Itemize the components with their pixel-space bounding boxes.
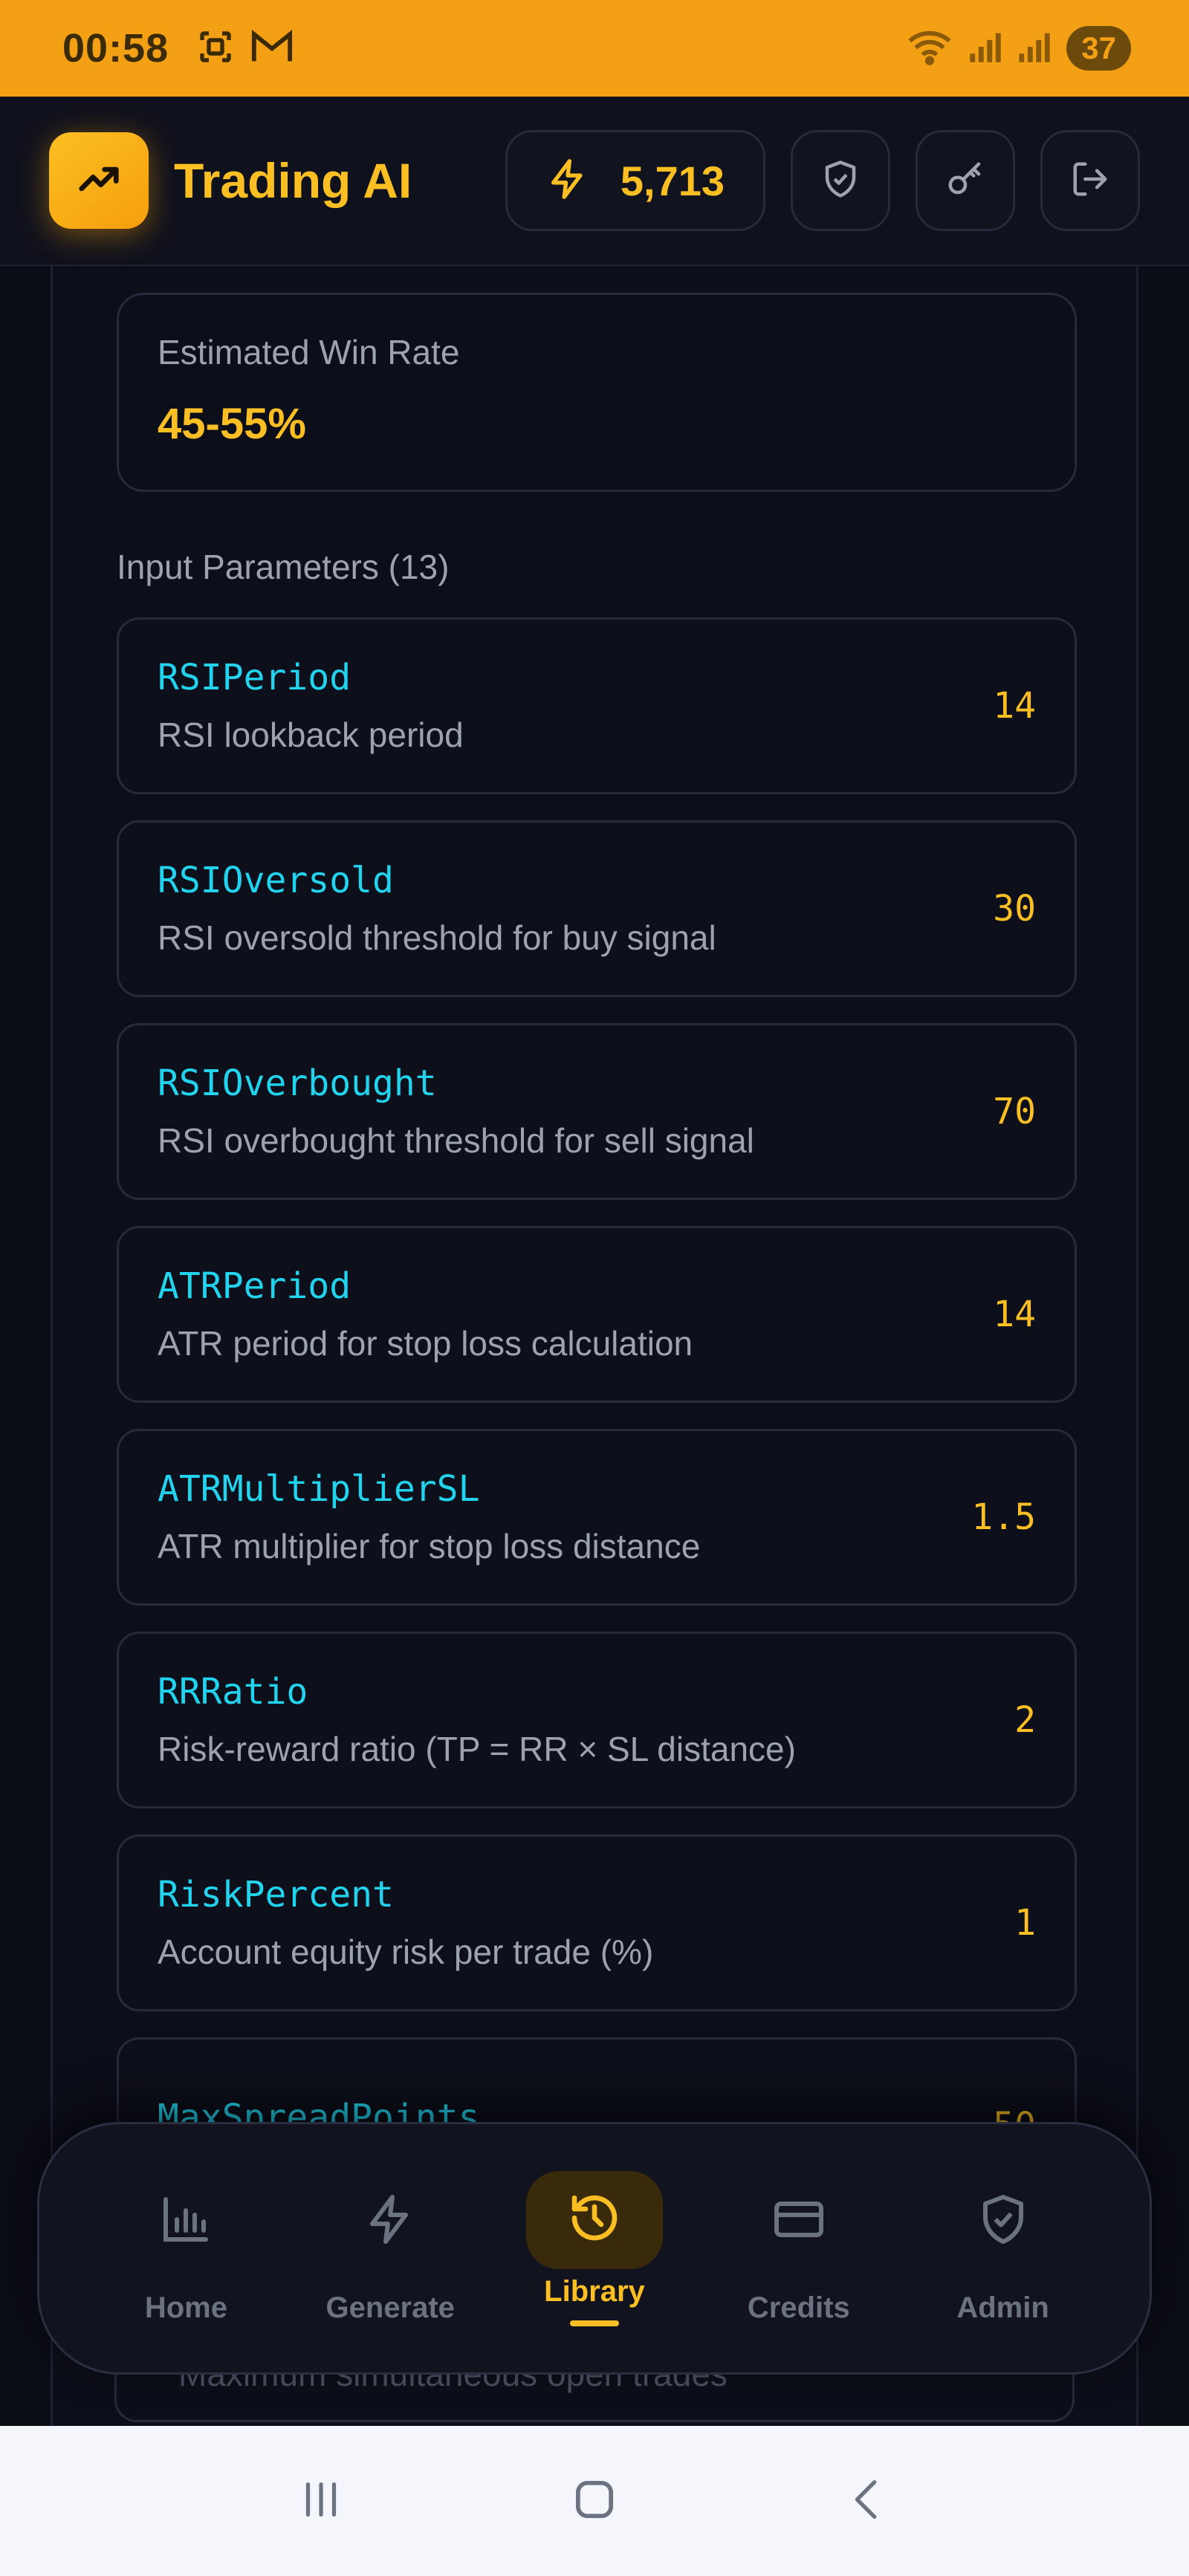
logout-icon	[1070, 159, 1110, 203]
param-row: RSIPeriod RSI lookback period 14	[117, 617, 1077, 794]
history-icon	[568, 2191, 621, 2248]
bottom-navigation: Home Generate Library Credits Admin	[37, 2122, 1152, 2375]
param-description: ATR multiplier for stop loss distance	[158, 1527, 701, 1566]
param-row: RSIOversold RSI oversold threshold for b…	[117, 820, 1077, 997]
win-rate-label: Estimated Win Rate	[158, 333, 460, 372]
nav-label: Credits	[747, 2291, 850, 2324]
param-value: 14	[993, 1294, 1036, 1335]
signal-icon	[1017, 28, 1052, 69]
key-icon	[945, 159, 985, 203]
win-rate-card: Estimated Win Rate 45-55%	[117, 293, 1077, 492]
logout-button[interactable]	[1040, 130, 1140, 231]
credit-card-icon	[772, 2193, 826, 2250]
battery-indicator: 37	[1066, 26, 1131, 71]
param-row: ATRMultiplierSL ATR multiplier for stop …	[117, 1429, 1077, 1606]
nav-item-credits[interactable]: Credits	[717, 2173, 881, 2325]
status-icons-left	[195, 27, 294, 71]
app-header: Trading AI 5,713	[0, 97, 1189, 266]
shield-check-icon	[976, 2193, 1030, 2250]
param-name: ATRMultiplierSL	[158, 1468, 480, 1510]
param-value: 2	[1014, 1699, 1036, 1741]
nav-label: Admin	[956, 2291, 1049, 2324]
status-icons-right: 37	[906, 26, 1131, 71]
home-button[interactable]	[566, 2471, 623, 2531]
nav-item-library[interactable]: Library	[513, 2170, 676, 2326]
param-description: RSI oversold threshold for buy signal	[158, 918, 716, 957]
nav-label: Generate	[325, 2291, 455, 2324]
app-title: Trading AI	[174, 153, 412, 208]
gmail-icon	[250, 28, 294, 69]
param-name: RSIOversold	[158, 860, 394, 901]
param-name: RiskPercent	[158, 1874, 394, 1915]
header-actions: 5,713	[505, 130, 1140, 231]
back-button[interactable]	[842, 2473, 894, 2529]
signal-icon	[968, 28, 1002, 69]
param-value: 14	[993, 685, 1036, 727]
strategy-detail-panel: Estimated Win Rate 45-55% Input Paramete…	[51, 266, 1138, 2426]
param-description: RSI lookback period	[158, 716, 464, 754]
param-value: 70	[993, 1091, 1036, 1132]
param-name: RRRatio	[158, 1671, 308, 1713]
input-parameters-title: Input Parameters (13)	[117, 548, 450, 586]
status-bar: 00:58 37	[0, 0, 1189, 97]
status-time: 00:58	[62, 26, 169, 71]
param-row: ATRPeriod ATR period for stop loss calcu…	[117, 1226, 1077, 1403]
bar-chart-icon	[159, 2193, 213, 2250]
param-value: 1	[1014, 1902, 1036, 1944]
param-description: ATR period for stop loss calculation	[158, 1324, 693, 1363]
nav-item-generate[interactable]: Generate	[308, 2173, 472, 2325]
wifi-icon	[906, 27, 953, 71]
api-key-button[interactable]	[916, 130, 1015, 231]
lightning-icon	[546, 158, 589, 204]
active-indicator	[569, 2320, 619, 2326]
trending-up-icon	[76, 156, 122, 206]
nav-label: Home	[144, 2291, 227, 2324]
credits-value: 5,713	[620, 157, 725, 204]
param-row: RSIOverbought RSI overbought threshold f…	[117, 1023, 1077, 1200]
nav-item-admin[interactable]: Admin	[921, 2173, 1085, 2325]
param-name: ATRPeriod	[158, 1265, 351, 1307]
param-value: 1.5	[971, 1496, 1036, 1538]
param-description: RSI overbought threshold for sell signal	[158, 1121, 754, 1160]
app-logo[interactable]	[49, 132, 149, 229]
nav-item-home[interactable]: Home	[104, 2173, 268, 2325]
android-navigation-bar	[0, 2426, 1189, 2576]
shield-check-icon	[820, 159, 861, 203]
screenshot-icon	[195, 27, 236, 71]
nav-label: Library	[544, 2274, 645, 2308]
recent-apps-button[interactable]	[295, 2473, 347, 2529]
param-value: 30	[993, 888, 1036, 929]
lightning-icon	[363, 2193, 417, 2250]
admin-shield-button[interactable]	[791, 130, 890, 231]
param-description: Account equity risk per trade (%)	[158, 1933, 654, 1971]
credits-balance-button[interactable]: 5,713	[505, 130, 765, 231]
param-description: Risk-reward ratio (TP = RR × SL distance…	[158, 1730, 796, 1768]
param-row: RRRatio Risk-reward ratio (TP = RR × SL …	[117, 1632, 1077, 1808]
param-row: RiskPercent Account equity risk per trad…	[117, 1834, 1077, 2011]
param-name: RSIOverbought	[158, 1062, 437, 1104]
win-rate-value: 45-55%	[158, 400, 306, 448]
param-name: RSIPeriod	[158, 657, 351, 698]
